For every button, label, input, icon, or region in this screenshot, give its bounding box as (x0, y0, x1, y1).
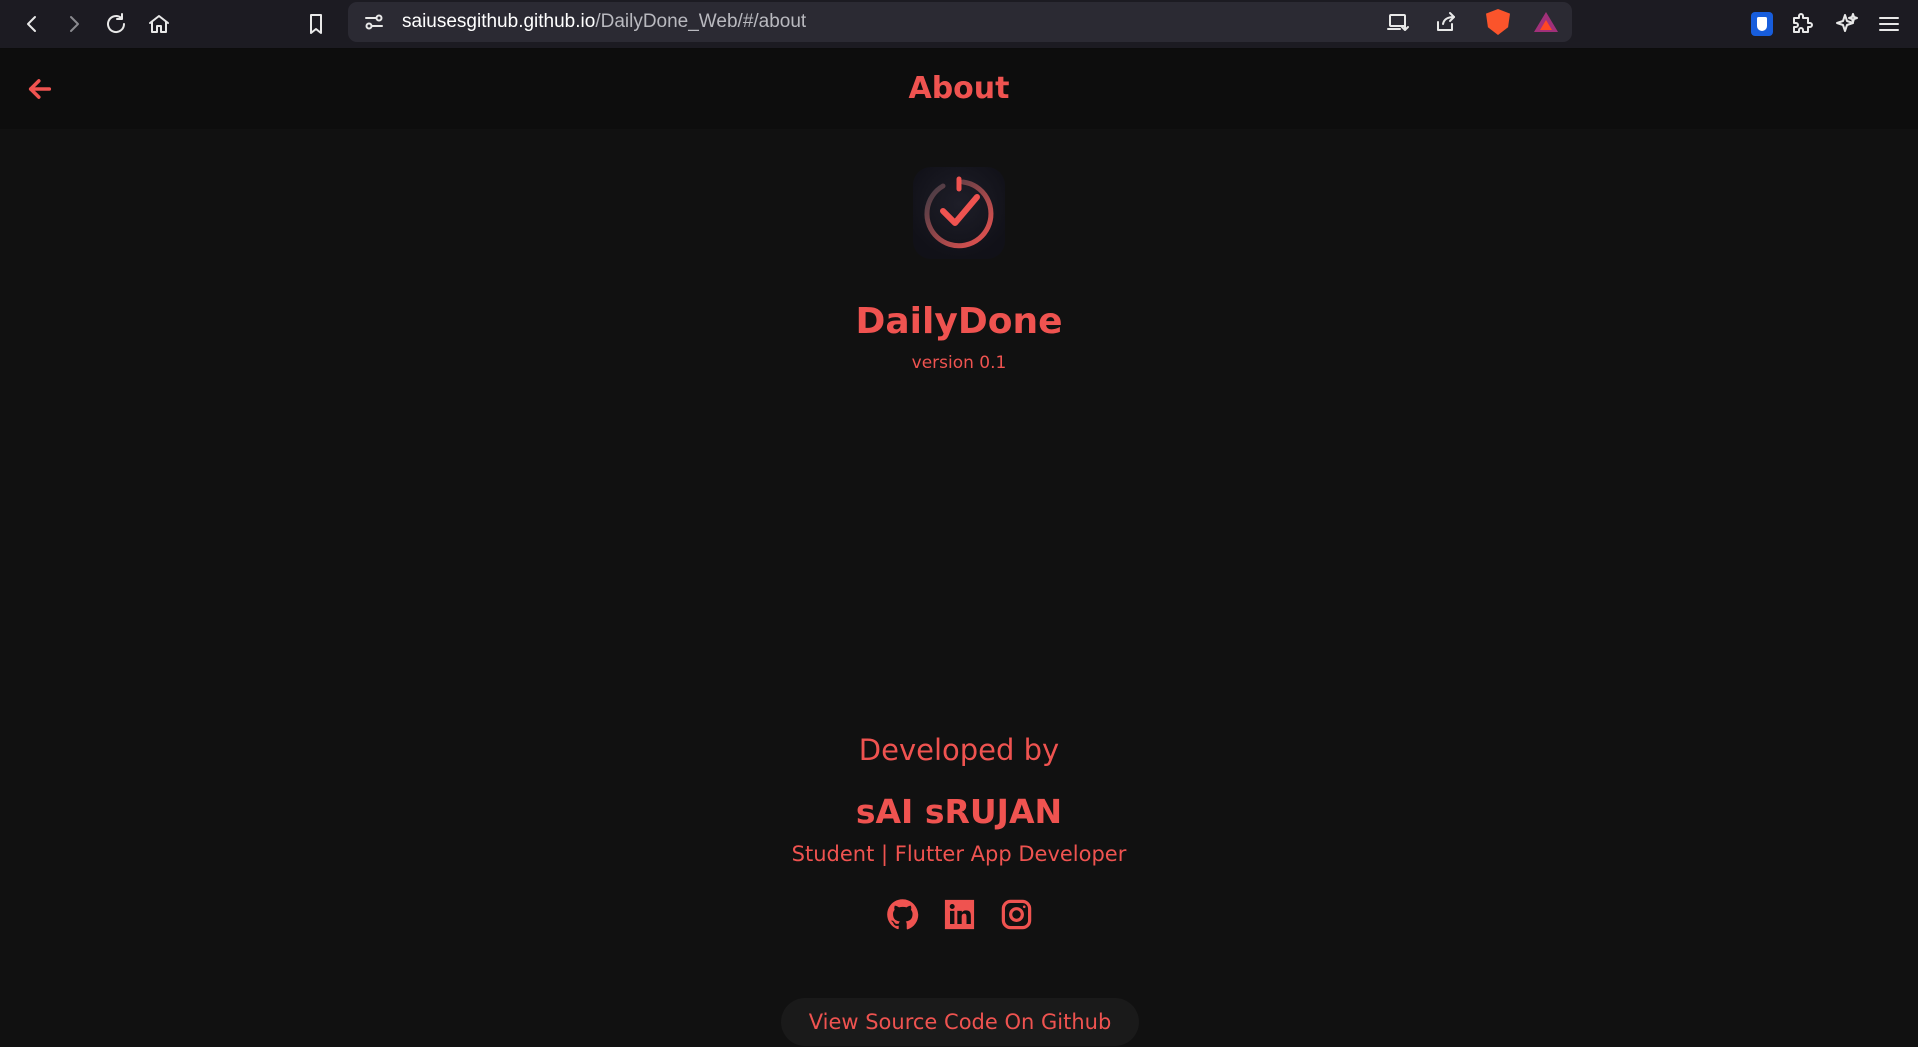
about-content: DailyDone version 0.1 Developed by sAI s… (0, 129, 1918, 1047)
menu-icon[interactable] (1873, 8, 1905, 40)
arrow-left-icon (28, 79, 52, 99)
reload-icon[interactable] (100, 8, 132, 40)
developed-by-heading: Developed by (858, 733, 1060, 767)
app-version: version 0.1 (911, 353, 1007, 373)
brave-rewards-icon[interactable] (1530, 6, 1562, 38)
app-name: DailyDone (855, 301, 1063, 342)
brave-shields-icon[interactable] (1482, 6, 1514, 38)
forward-icon[interactable] (58, 8, 90, 40)
github-icon[interactable] (885, 897, 920, 932)
extensions-icon[interactable] (1786, 8, 1818, 40)
browser-toolbar: saiusesgithub.github.io/DailyDone_Web/#/… (0, 0, 1918, 49)
instagram-icon[interactable] (999, 897, 1034, 932)
bookmark-icon[interactable] (300, 8, 332, 40)
install-app-icon[interactable] (1382, 6, 1414, 38)
linkedin-icon[interactable] (942, 897, 977, 932)
app-logo-icon (913, 167, 1005, 259)
site-settings-icon[interactable] (358, 6, 390, 38)
page-title: About (908, 71, 1010, 106)
social-links (0, 897, 1918, 932)
bitwarden-extension-icon[interactable] (1746, 8, 1778, 40)
url-path: /DailyDone_Web/#/about (595, 11, 807, 32)
home-icon[interactable] (143, 8, 175, 40)
app-header: About (0, 49, 1918, 129)
back-icon[interactable] (16, 8, 48, 40)
leo-ai-icon[interactable] (1831, 8, 1863, 40)
developer-role: Student | Flutter App Developer (791, 842, 1127, 866)
share-icon[interactable] (1430, 6, 1462, 38)
developer-name: sAI sRUJAN (855, 792, 1063, 831)
back-button[interactable] (22, 71, 58, 107)
address-bar[interactable]: saiusesgithub.github.io/DailyDone_Web/#/… (348, 2, 1572, 42)
url-host: saiusesgithub.github.io (402, 11, 596, 32)
view-source-button[interactable]: View Source Code On Github (781, 998, 1139, 1046)
url-text[interactable]: saiusesgithub.github.io/DailyDone_Web/#/… (402, 2, 806, 42)
